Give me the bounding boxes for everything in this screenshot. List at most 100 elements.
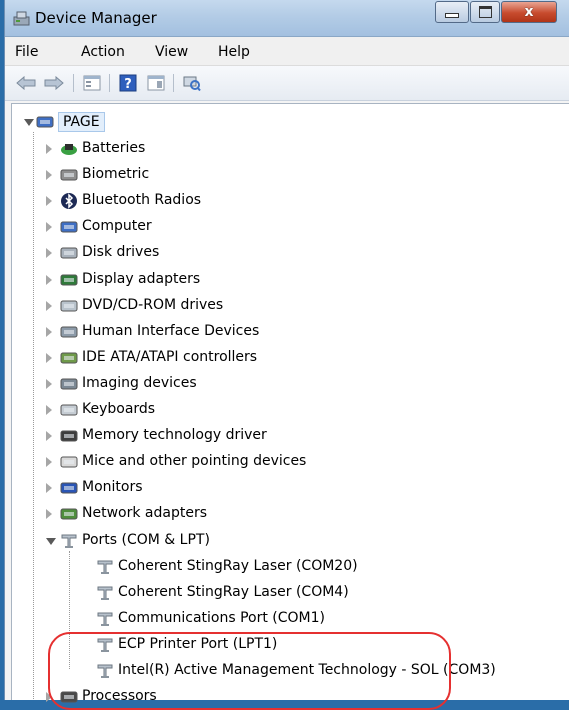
port-icon-wrap: [60, 532, 78, 550]
tree-child-node[interactable]: Communications Port (COM1): [82, 607, 569, 631]
tree-child-label: Communications Port (COM1): [118, 609, 325, 626]
mouse-icon: [60, 456, 78, 468]
camera-icon: [60, 378, 78, 390]
tree-node[interactable]: Mice and other pointing devices: [46, 450, 546, 474]
port-icon-wrap: [96, 558, 114, 576]
tree-child-label: Coherent StingRay Laser (COM20): [118, 557, 358, 574]
tree-node[interactable]: Bluetooth Radios: [46, 189, 546, 213]
tree-node[interactable]: Display adapters: [46, 268, 546, 292]
menu-file[interactable]: File: [15, 44, 38, 60]
tree-node[interactable]: Keyboards: [46, 398, 546, 422]
collapse-icon[interactable]: [46, 537, 56, 545]
tree-node-label: Imaging devices: [82, 374, 197, 391]
biometric-icon-wrap: [60, 166, 78, 184]
keyboard-icon-wrap: [60, 401, 78, 419]
hid-icon: [60, 326, 78, 338]
computer-root-icon-wrap: [36, 113, 54, 131]
menu-bar: File Action View Help: [5, 37, 569, 66]
back-button[interactable]: [15, 73, 37, 93]
tree-node-label: Keyboards: [82, 401, 156, 417]
scan-hardware-icon: [183, 76, 201, 92]
ide-controller-icon-wrap: [60, 349, 78, 367]
port-icon: [97, 586, 113, 600]
tree-node-label: Ports (COM & LPT): [82, 531, 210, 548]
expand-icon[interactable]: [46, 352, 52, 363]
computer-icon: [60, 221, 78, 233]
expand-icon[interactable]: [46, 405, 52, 415]
expand-icon[interactable]: [46, 300, 52, 311]
properties-button[interactable]: [81, 73, 103, 93]
display-adapter-icon: [60, 274, 78, 285]
maximize-button[interactable]: [470, 1, 500, 23]
minimize-icon: [445, 12, 459, 18]
title-bar[interactable]: Device Manager x: [5, 0, 569, 37]
tree-node-label: Bluetooth Radios: [82, 192, 202, 209]
battery-icon: [61, 144, 77, 155]
properties-icon: [83, 75, 101, 91]
network-icon-wrap: [60, 505, 78, 523]
tree-node-label: Batteries: [82, 140, 146, 156]
monitor-icon-wrap: [60, 479, 78, 497]
view-icon: [147, 75, 165, 91]
tree-node[interactable]: Computer: [46, 215, 546, 239]
tree-node[interactable]: Monitors: [46, 476, 546, 500]
expand-icon[interactable]: [46, 144, 52, 154]
scan-hardware-button[interactable]: [181, 73, 203, 93]
tree-node-label: Display adapters: [82, 270, 201, 287]
device-tree[interactable]: PAGE Batteries Biometric Bluetooth Radios Co…: [11, 103, 569, 710]
port-icon: [97, 612, 113, 626]
expand-icon[interactable]: [46, 274, 52, 285]
help-button[interactable]: ?: [117, 73, 139, 93]
tree-node-label: Network adapters: [82, 505, 207, 522]
tree-node[interactable]: Disk drives: [46, 241, 546, 265]
ide-controller-icon: [60, 352, 78, 364]
tree-node[interactable]: Batteries: [46, 137, 546, 161]
port-icon: [97, 560, 113, 574]
minimize-button[interactable]: [435, 1, 469, 23]
tree-node[interactable]: DVD/CD-ROM drives: [46, 294, 546, 318]
computer-icon-wrap: [60, 218, 78, 236]
close-button[interactable]: x: [501, 1, 557, 23]
tree-root-node[interactable]: PAGE: [24, 110, 224, 134]
expand-icon[interactable]: [46, 326, 52, 337]
toolbar: ?: [5, 66, 569, 101]
tree-node[interactable]: Human Interface Devices: [46, 320, 546, 344]
toolbar-separator: [73, 74, 74, 92]
device-manager-window: Device Manager x File Action View Help ?: [4, 0, 569, 710]
window-title: Device Manager: [35, 9, 157, 27]
tree-child-node[interactable]: Coherent StingRay Laser (COM20): [82, 555, 569, 579]
menu-action[interactable]: Action: [81, 44, 125, 60]
battery-icon-wrap: [60, 140, 78, 158]
expand-icon[interactable]: [46, 196, 52, 207]
menu-help[interactable]: Help: [218, 44, 250, 60]
expand-icon[interactable]: [46, 222, 52, 233]
mouse-icon-wrap: [60, 453, 78, 471]
menu-view[interactable]: View: [155, 44, 188, 60]
toolbar-separator: [109, 74, 110, 92]
forward-button[interactable]: [43, 73, 65, 93]
expand-icon[interactable]: [46, 483, 52, 494]
tree-root-label: PAGE: [58, 112, 105, 132]
tree-node[interactable]: Network adapters: [46, 502, 546, 526]
tree-node[interactable]: Memory technology driver: [46, 424, 546, 448]
expand-icon[interactable]: [46, 509, 52, 520]
expand-icon[interactable]: [46, 378, 52, 389]
view-button[interactable]: [145, 73, 167, 93]
expand-icon[interactable]: [46, 170, 52, 181]
expand-icon[interactable]: [46, 248, 52, 259]
tree-node-label: Memory technology driver: [82, 427, 267, 444]
dvd-drive-icon: [60, 300, 78, 312]
expand-icon[interactable]: [46, 431, 52, 442]
display-adapter-icon-wrap: [60, 271, 78, 289]
tree-node[interactable]: Imaging devices: [46, 372, 546, 396]
collapse-icon[interactable]: [24, 119, 34, 126]
expand-icon[interactable]: [46, 457, 52, 468]
tree-child-label: Coherent StingRay Laser (COM4): [118, 583, 349, 600]
maximize-icon: [478, 6, 492, 18]
tree-child-node[interactable]: Coherent StingRay Laser (COM4): [82, 581, 569, 605]
disk-drive-icon: [60, 247, 78, 259]
tree-node[interactable]: Biometric: [46, 163, 546, 187]
device-manager-icon: [13, 9, 31, 27]
tree-node[interactable]: IDE ATA/ATAPI controllers: [46, 346, 546, 370]
tree-node-ports[interactable]: Ports (COM & LPT): [46, 529, 546, 553]
